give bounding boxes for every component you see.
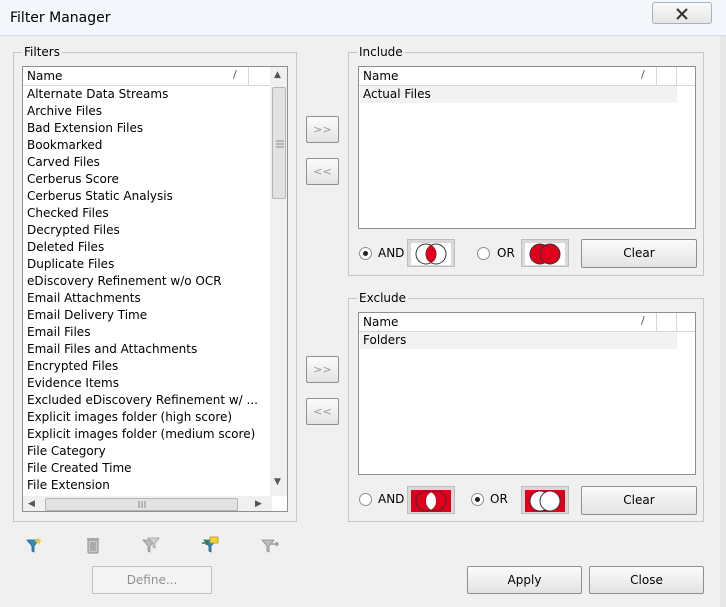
export-filter-icon[interactable] [261, 536, 280, 554]
sort-indicator-icon: / [641, 68, 645, 81]
filters-legend: Filters [24, 45, 60, 59]
grip-icon [276, 140, 284, 148]
grip-icon [138, 501, 146, 508]
close-button[interactable]: Close [589, 566, 704, 594]
filter-list-item[interactable]: Bad Extension Files [27, 120, 143, 137]
scroll-left-icon[interactable]: ◀ [28, 499, 35, 509]
filter-list-item[interactable]: File Category [27, 443, 106, 460]
exclude-and-radio[interactable] [359, 493, 372, 506]
sort-indicator-icon: / [641, 314, 645, 327]
include-list[interactable]: Name / Actual Files [358, 66, 696, 229]
exclude-name-column[interactable]: Name [363, 315, 398, 329]
include-row[interactable]: Actual Files [363, 86, 431, 103]
filter-list-item[interactable]: Explicit images folder (medium score) [27, 426, 255, 443]
filters-list[interactable]: Name / Alternate Data Streams Archive Fil… [22, 66, 288, 512]
column-separator [676, 313, 677, 331]
exclude-or-radio[interactable] [471, 493, 484, 506]
exclude-or-venn-icon [521, 486, 569, 514]
window-title: Filter Manager [10, 10, 111, 26]
close-window-button[interactable] [652, 2, 712, 24]
filter-list-item[interactable]: Deleted Files [27, 239, 104, 256]
exclude-row[interactable]: Folders [363, 332, 406, 349]
include-list-header[interactable]: Name / [359, 67, 695, 86]
filter-list-item[interactable]: Email Delivery Time [27, 307, 147, 324]
filters-name-column[interactable]: Name [27, 69, 62, 83]
include-clear-button[interactable]: Clear [581, 239, 697, 268]
filter-list-item[interactable]: Bookmarked [27, 137, 102, 154]
window-edge [720, 36, 726, 607]
close-icon [676, 8, 688, 20]
exclude-row-highlight [360, 332, 677, 349]
filter-list-item[interactable]: Decrypted Files [27, 222, 120, 239]
new-filter-icon[interactable] [25, 536, 43, 554]
filter-list-item[interactable]: Email Attachments [27, 290, 141, 307]
scroll-up-icon[interactable]: ▲ [274, 70, 281, 80]
filter-list-item[interactable]: Archive Files [27, 103, 102, 120]
filter-list-item[interactable]: File Extension [27, 477, 110, 494]
filter-list-item[interactable]: Carved Files [27, 154, 100, 171]
filters-vertical-scrollbar[interactable]: ▲ ▼ [270, 67, 287, 496]
include-legend: Include [359, 45, 403, 59]
filter-list-item[interactable]: Excluded eDiscovery Refinement w/ ... [27, 392, 258, 409]
exclude-legend: Exclude [359, 291, 407, 305]
column-separator [676, 67, 677, 85]
filter-list-item[interactable]: eDiscovery Refinement w/o OCR [27, 273, 222, 290]
filter-list-item[interactable]: Cerberus Static Analysis [27, 188, 173, 205]
hscroll-thumb[interactable] [45, 498, 238, 511]
exclude-clear-button[interactable]: Clear [581, 486, 697, 515]
include-name-column[interactable]: Name [363, 69, 398, 83]
filters-horizontal-scrollbar[interactable]: ◀ ▶ [23, 496, 272, 511]
include-and-label: AND [378, 246, 405, 260]
filter-list-item[interactable]: Explicit images folder (high score) [27, 409, 232, 426]
scroll-thumb[interactable] [272, 87, 286, 199]
filter-list-item[interactable]: Email Files [27, 324, 90, 341]
copy-filter-icon[interactable] [142, 536, 160, 554]
filter-list-item[interactable]: Duplicate Files [27, 256, 114, 273]
filter-list-item[interactable]: Encrypted Files [27, 358, 118, 375]
filters-list-header[interactable]: Name / [23, 67, 270, 86]
filter-list-item[interactable]: Email Files and Attachments [27, 341, 197, 358]
include-or-venn-icon [521, 239, 569, 267]
column-separator [248, 67, 249, 85]
import-filter-icon[interactable] [201, 536, 219, 554]
add-to-include-button[interactable]: >> [306, 116, 339, 143]
include-or-radio[interactable] [477, 247, 490, 260]
sort-indicator-icon: / [233, 68, 237, 81]
filter-list-item[interactable]: Alternate Data Streams [27, 86, 168, 103]
exclude-and-venn-icon [407, 486, 455, 514]
add-to-exclude-button[interactable]: >> [306, 356, 339, 383]
remove-from-exclude-button[interactable]: << [306, 398, 339, 425]
include-and-radio[interactable] [359, 247, 372, 260]
exclude-list-header[interactable]: Name / [359, 313, 695, 332]
scroll-down-icon[interactable]: ▼ [274, 477, 281, 487]
remove-from-include-button[interactable]: << [306, 158, 339, 185]
exclude-and-label: AND [378, 492, 405, 506]
filter-list-item[interactable]: Evidence Items [27, 375, 119, 392]
filter-list-item[interactable]: File Created Time [27, 460, 132, 477]
apply-button[interactable]: Apply [467, 566, 582, 594]
column-separator [656, 67, 657, 85]
exclude-or-label: OR [490, 492, 508, 506]
include-and-venn-icon [407, 239, 455, 267]
define-button[interactable]: Define... [92, 566, 212, 594]
include-or-label: OR [497, 246, 515, 260]
scroll-right-icon[interactable]: ▶ [255, 499, 262, 509]
exclude-list[interactable]: Name / Folders [358, 312, 696, 475]
column-separator [656, 313, 657, 331]
filter-list-item[interactable]: Cerberus Score [27, 171, 119, 188]
filter-list-item[interactable]: Checked Files [27, 205, 109, 222]
delete-filter-icon[interactable] [84, 536, 102, 554]
